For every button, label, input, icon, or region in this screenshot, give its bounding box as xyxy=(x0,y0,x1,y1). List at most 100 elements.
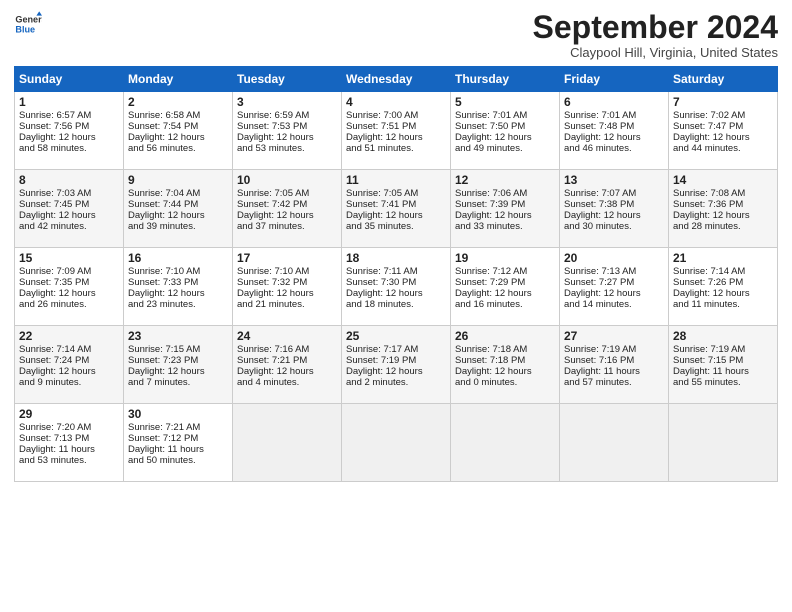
day-info: Daylight: 12 hours xyxy=(673,288,773,299)
day-info: Sunset: 7:33 PM xyxy=(128,277,228,288)
day-info: and 30 minutes. xyxy=(564,221,664,232)
day-info: and 28 minutes. xyxy=(673,221,773,232)
day-info: and 53 minutes. xyxy=(19,455,119,466)
day-info: Sunset: 7:51 PM xyxy=(346,121,446,132)
table-cell xyxy=(451,404,560,482)
day-info: Sunset: 7:56 PM xyxy=(19,121,119,132)
day-info: Sunset: 7:36 PM xyxy=(673,199,773,210)
day-info: Sunrise: 7:10 AM xyxy=(237,266,337,277)
day-number: 17 xyxy=(237,251,337,265)
table-cell: 17Sunrise: 7:10 AMSunset: 7:32 PMDayligh… xyxy=(233,248,342,326)
day-info: Sunrise: 7:12 AM xyxy=(455,266,555,277)
table-cell: 22Sunrise: 7:14 AMSunset: 7:24 PMDayligh… xyxy=(15,326,124,404)
day-info: Sunset: 7:26 PM xyxy=(673,277,773,288)
day-info: Daylight: 12 hours xyxy=(455,288,555,299)
day-info: Sunset: 7:29 PM xyxy=(455,277,555,288)
day-info: and 57 minutes. xyxy=(564,377,664,388)
table-cell: 18Sunrise: 7:11 AMSunset: 7:30 PMDayligh… xyxy=(342,248,451,326)
day-info: Sunset: 7:18 PM xyxy=(455,355,555,366)
table-cell: 7Sunrise: 7:02 AMSunset: 7:47 PMDaylight… xyxy=(669,92,778,170)
day-info: Sunrise: 7:09 AM xyxy=(19,266,119,277)
day-info: and 26 minutes. xyxy=(19,299,119,310)
day-info: Sunrise: 7:02 AM xyxy=(673,110,773,121)
day-number: 21 xyxy=(673,251,773,265)
table-cell: 13Sunrise: 7:07 AMSunset: 7:38 PMDayligh… xyxy=(560,170,669,248)
day-info: Daylight: 12 hours xyxy=(346,210,446,221)
day-info: Daylight: 12 hours xyxy=(564,132,664,143)
day-info: Daylight: 12 hours xyxy=(128,210,228,221)
day-info: Sunset: 7:47 PM xyxy=(673,121,773,132)
day-info: Daylight: 12 hours xyxy=(673,132,773,143)
day-info: Sunset: 7:35 PM xyxy=(19,277,119,288)
day-info: Sunset: 7:42 PM xyxy=(237,199,337,210)
table-cell: 6Sunrise: 7:01 AMSunset: 7:48 PMDaylight… xyxy=(560,92,669,170)
day-number: 24 xyxy=(237,329,337,343)
table-cell: 24Sunrise: 7:16 AMSunset: 7:21 PMDayligh… xyxy=(233,326,342,404)
day-info: Daylight: 12 hours xyxy=(564,210,664,221)
day-number: 29 xyxy=(19,407,119,421)
day-info: Sunrise: 7:21 AM xyxy=(128,422,228,433)
day-info: Sunset: 7:54 PM xyxy=(128,121,228,132)
table-cell xyxy=(669,404,778,482)
table-cell: 10Sunrise: 7:05 AMSunset: 7:42 PMDayligh… xyxy=(233,170,342,248)
table-cell: 12Sunrise: 7:06 AMSunset: 7:39 PMDayligh… xyxy=(451,170,560,248)
day-info: Sunrise: 6:59 AM xyxy=(237,110,337,121)
day-info: Sunrise: 7:03 AM xyxy=(19,188,119,199)
day-number: 22 xyxy=(19,329,119,343)
day-info: Daylight: 12 hours xyxy=(237,366,337,377)
day-number: 26 xyxy=(455,329,555,343)
day-info: Sunrise: 7:04 AM xyxy=(128,188,228,199)
col-monday: Monday xyxy=(124,67,233,92)
day-info: Daylight: 12 hours xyxy=(455,366,555,377)
month-title: September 2024 xyxy=(533,10,778,45)
day-info: Sunrise: 7:01 AM xyxy=(455,110,555,121)
day-info: Daylight: 12 hours xyxy=(19,288,119,299)
logo-icon: General Blue xyxy=(14,10,42,38)
day-info: Sunrise: 7:10 AM xyxy=(128,266,228,277)
day-info: Daylight: 11 hours xyxy=(564,366,664,377)
day-info: Sunset: 7:44 PM xyxy=(128,199,228,210)
day-info: and 4 minutes. xyxy=(237,377,337,388)
day-info: Sunset: 7:48 PM xyxy=(564,121,664,132)
day-info: and 44 minutes. xyxy=(673,143,773,154)
day-info: Sunrise: 7:05 AM xyxy=(346,188,446,199)
table-cell: 1Sunrise: 6:57 AMSunset: 7:56 PMDaylight… xyxy=(15,92,124,170)
day-number: 3 xyxy=(237,95,337,109)
day-number: 7 xyxy=(673,95,773,109)
day-info: Sunset: 7:53 PM xyxy=(237,121,337,132)
day-number: 4 xyxy=(346,95,446,109)
day-info: and 35 minutes. xyxy=(346,221,446,232)
day-number: 15 xyxy=(19,251,119,265)
day-info: Sunrise: 7:00 AM xyxy=(346,110,446,121)
day-number: 23 xyxy=(128,329,228,343)
day-number: 6 xyxy=(564,95,664,109)
table-cell: 3Sunrise: 6:59 AMSunset: 7:53 PMDaylight… xyxy=(233,92,342,170)
table-cell: 28Sunrise: 7:19 AMSunset: 7:15 PMDayligh… xyxy=(669,326,778,404)
day-number: 16 xyxy=(128,251,228,265)
day-number: 27 xyxy=(564,329,664,343)
day-info: Sunset: 7:50 PM xyxy=(455,121,555,132)
day-info: and 58 minutes. xyxy=(19,143,119,154)
day-info: and 55 minutes. xyxy=(673,377,773,388)
table-cell: 11Sunrise: 7:05 AMSunset: 7:41 PMDayligh… xyxy=(342,170,451,248)
day-number: 28 xyxy=(673,329,773,343)
day-number: 20 xyxy=(564,251,664,265)
day-info: and 23 minutes. xyxy=(128,299,228,310)
day-number: 10 xyxy=(237,173,337,187)
day-info: Sunrise: 7:01 AM xyxy=(564,110,664,121)
day-number: 19 xyxy=(455,251,555,265)
day-info: and 21 minutes. xyxy=(237,299,337,310)
day-info: and 46 minutes. xyxy=(564,143,664,154)
day-number: 30 xyxy=(128,407,228,421)
day-info: Sunrise: 7:16 AM xyxy=(237,344,337,355)
day-info: and 49 minutes. xyxy=(455,143,555,154)
day-info: Daylight: 12 hours xyxy=(128,366,228,377)
day-info: and 53 minutes. xyxy=(237,143,337,154)
day-info: Sunrise: 7:19 AM xyxy=(564,344,664,355)
header: General Blue September 2024 Claypool Hil… xyxy=(14,10,778,60)
day-info: Sunset: 7:16 PM xyxy=(564,355,664,366)
day-info: Daylight: 12 hours xyxy=(455,132,555,143)
day-info: Sunset: 7:12 PM xyxy=(128,433,228,444)
day-info: Daylight: 12 hours xyxy=(128,132,228,143)
table-cell xyxy=(342,404,451,482)
